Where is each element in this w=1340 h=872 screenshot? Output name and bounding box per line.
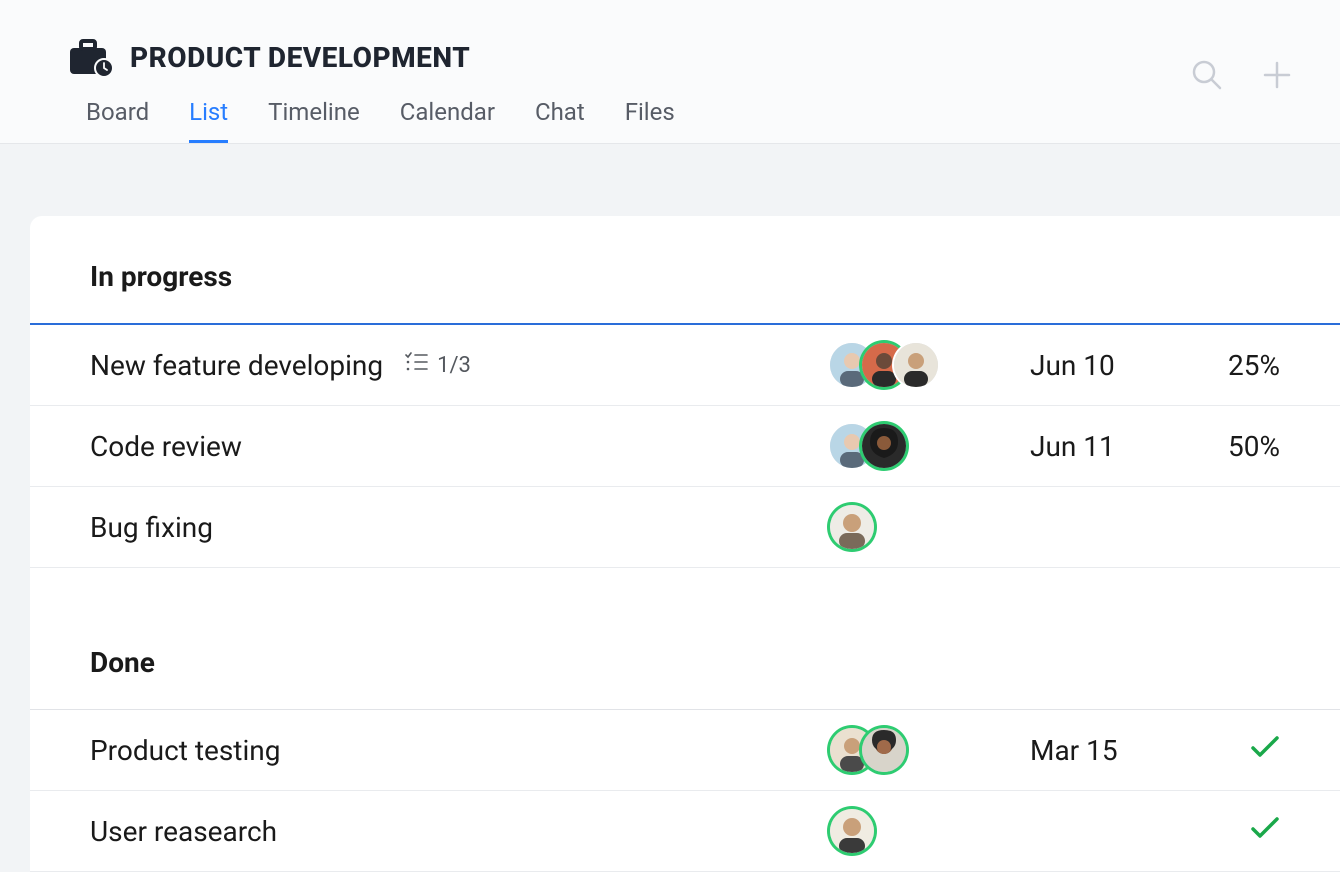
tab-calendar[interactable]: Calendar [400,98,495,143]
project-title: PRODUCT DEVELOPMENT [130,41,470,74]
task-name: User reasearch [90,815,277,848]
avatar[interactable] [830,809,874,853]
task-row[interactable]: User reasearch [30,791,1340,872]
task-row[interactable]: Code review Jun 11 50% [30,406,1340,487]
task-percent: 50% [1200,430,1280,463]
tab-timeline[interactable]: Timeline [268,98,360,143]
task-list-panel: In progress New feature developing 1/3 [30,216,1340,872]
view-tabs: Board List Timeline Calendar Chat Files [68,98,1310,143]
tab-list[interactable]: List [189,98,228,143]
assignee-avatars [830,424,1030,468]
project-header: PRODUCT DEVELOPMENT Board List Timeline … [0,0,1340,144]
task-date: Jun 11 [1030,430,1200,463]
task-row[interactable]: Product testing Mar 15 [30,710,1340,791]
assignee-avatars [830,809,1030,853]
task-name: Code review [90,430,242,463]
task-percent: 25% [1200,349,1280,382]
title-row: PRODUCT DEVELOPMENT [68,38,1310,76]
task-name: New feature developing [90,349,383,382]
task-row[interactable]: Bug fixing [30,487,1340,568]
section-title-done: Done [30,646,1340,710]
section-title-in-progress: In progress [30,260,1340,325]
avatar[interactable] [862,424,906,468]
avatar[interactable] [894,343,938,387]
task-name: Bug fixing [90,511,213,544]
tab-files[interactable]: Files [625,98,675,143]
task-date: Mar 15 [1030,734,1200,767]
assignee-avatars [830,343,1030,387]
avatar[interactable] [830,505,874,549]
header-actions [1190,58,1292,96]
checklist-count: 1/3 [437,353,471,378]
plus-icon[interactable] [1262,60,1292,94]
assignee-avatars [830,505,1030,549]
search-icon[interactable] [1190,58,1224,96]
tab-board[interactable]: Board [86,98,149,143]
done-checkmark [1200,817,1280,845]
section-in-progress: In progress New feature developing 1/3 [30,260,1340,568]
section-done: Done Product testing Mar 15 User reasear… [30,646,1340,872]
checkmark-icon [1250,817,1280,841]
briefcase-clock-icon [68,38,114,76]
task-name: Product testing [90,734,280,767]
assignee-avatars [830,728,1030,772]
checklist-icon [405,352,429,378]
checklist-indicator: 1/3 [405,352,471,378]
task-date: Jun 10 [1030,349,1200,382]
checkmark-icon [1250,736,1280,760]
tab-chat[interactable]: Chat [535,98,585,143]
avatar[interactable] [862,728,906,772]
task-row[interactable]: New feature developing 1/3 [30,325,1340,406]
done-checkmark [1200,736,1280,764]
